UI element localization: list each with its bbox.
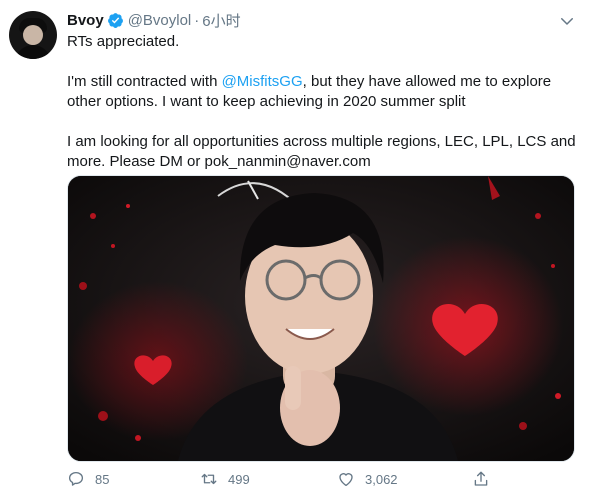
tweet-media-image[interactable]: [67, 175, 575, 462]
tweet-actions: 85 499 3,062: [67, 470, 577, 492]
timestamp[interactable]: 6小时: [202, 10, 240, 31]
share-icon: [474, 471, 488, 486]
retweet-button[interactable]: 499: [200, 470, 250, 488]
tweet-card[interactable]: Bvoy @Bvoylol · 6小时 RTs appreciated. I'm…: [0, 0, 589, 497]
like-button[interactable]: 3,062: [337, 470, 398, 488]
share-button[interactable]: [472, 470, 500, 488]
retweet-icon: [201, 473, 217, 485]
heart-icon: [339, 473, 353, 487]
retweet-count: 499: [228, 471, 250, 487]
avatar-body: [15, 45, 51, 59]
tweet-line-1: RTs appreciated.: [67, 33, 180, 50]
tweet-paragraph-3: I am looking for all opportunities acros…: [67, 133, 576, 170]
tweet-header: Bvoy @Bvoylol · 6小时: [67, 10, 241, 30]
p2-text-before: I'm still contracted with: [67, 73, 222, 90]
verified-badge-icon: [107, 12, 123, 28]
media-photo: [68, 176, 574, 461]
reply-count: 85: [95, 471, 110, 487]
chevron-down-icon[interactable]: [558, 12, 576, 30]
reply-icon: [68, 471, 84, 486]
tweet-paragraph-2: I'm still contracted with @MisfitsGG, bu…: [67, 72, 577, 112]
avatar[interactable]: [9, 11, 57, 59]
like-count: 3,062: [365, 471, 398, 487]
mention-link[interactable]: @MisfitsGG: [222, 73, 303, 90]
separator-dot: ·: [194, 11, 200, 29]
tweet-text: RTs appreciated. I'm still contracted wi…: [67, 32, 577, 172]
author-handle[interactable]: @Bvoylol: [128, 12, 192, 29]
author-name[interactable]: Bvoy: [67, 12, 104, 29]
reply-button[interactable]: 85: [67, 470, 109, 488]
avatar-face: [23, 25, 43, 45]
